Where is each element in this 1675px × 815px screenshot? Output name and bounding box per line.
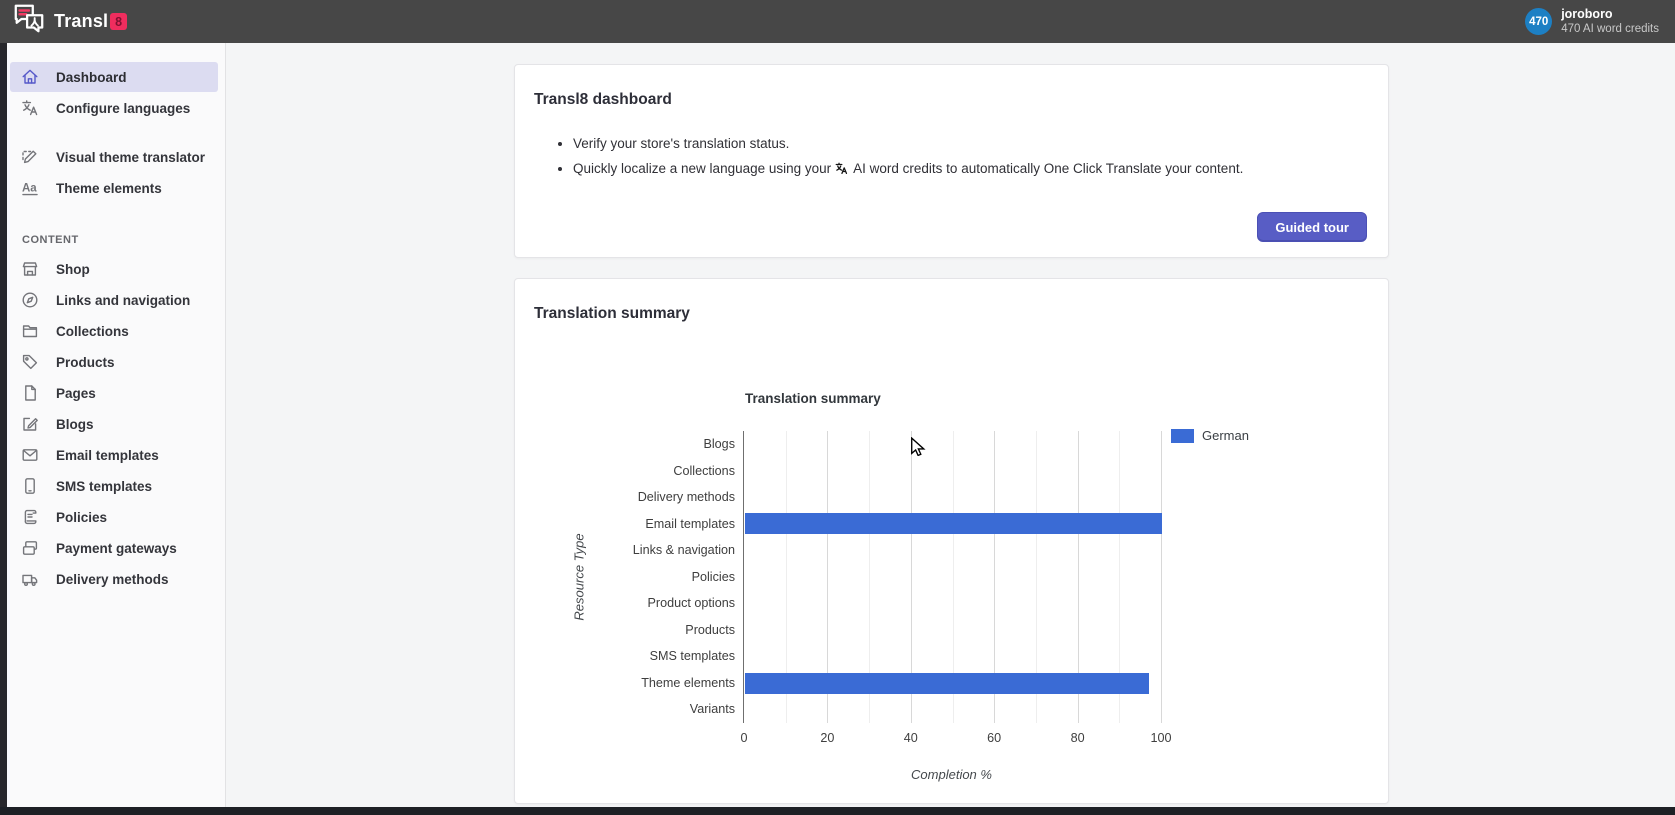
chart-y-axis-label: Resource Type (572, 533, 587, 620)
x-tick-20: 20 (820, 731, 834, 745)
category-label-blogs: Blogs (703, 431, 735, 458)
sidebar-item-payment-gateways[interactable]: Payment gateways (10, 533, 218, 563)
category-label-sms-templates: SMS templates (650, 643, 735, 670)
chart-x-axis-label: Completion % (743, 767, 1160, 782)
sidebar: Dashboard Configure languages Visual the… (7, 43, 226, 807)
dashboard-bullet-list: Verify your store's translation status. … (573, 131, 1388, 181)
payment-icon (20, 538, 40, 558)
chart-plot-area: BlogsCollectionsDelivery methodsEmail te… (743, 431, 1160, 723)
legend-swatch-german (1171, 429, 1194, 443)
category-label-collections: Collections (673, 458, 735, 485)
sidebar-item-sms-templates[interactable]: SMS templates (10, 471, 218, 501)
window-left-edge (0, 43, 7, 807)
compass-icon (20, 290, 40, 310)
sidebar-divider-gap (7, 124, 225, 142)
policy-icon (20, 507, 40, 527)
sidebar-item-configure-languages[interactable]: Configure languages (10, 93, 218, 123)
sidebar-item-pages[interactable]: Pages (10, 378, 218, 408)
sidebar-item-collections[interactable]: Collections (10, 316, 218, 346)
translate-icon (20, 98, 40, 118)
category-label-variants: Variants (690, 696, 735, 723)
bullet-localize: Quickly localize a new language using yo… (573, 156, 1388, 181)
user-account-menu[interactable]: 470 joroboro 470 AI word credits (1525, 7, 1659, 37)
x-tick-40: 40 (904, 731, 918, 745)
x-tick-0: 0 (740, 731, 747, 745)
translation-summary-card: Translation summary Translation summary … (514, 278, 1389, 804)
truck-icon (20, 569, 40, 589)
window-bottom-edge (0, 807, 1675, 815)
sidebar-content-group: Shop Links and navigation Collections Pr… (7, 254, 225, 595)
dashboard-card: Transl8 dashboard Verify your store's tr… (514, 64, 1389, 258)
brand-logo[interactable]: Transl8 (12, 2, 127, 41)
sidebar-content-header: CONTENT (7, 234, 225, 254)
sidebar-item-delivery-methods[interactable]: Delivery methods (10, 564, 218, 594)
chart-title: Translation summary (745, 391, 881, 406)
user-name: joroboro (1561, 7, 1659, 23)
category-label-product-options: Product options (647, 590, 735, 617)
bar-theme-elements (745, 673, 1149, 694)
sidebar-item-shop[interactable]: Shop (10, 254, 218, 284)
tag-icon (20, 352, 40, 372)
collections-icon (20, 321, 40, 341)
sidebar-item-links-and-navigation[interactable]: Links and navigation (10, 285, 218, 315)
top-bar: Transl8 470 joroboro 470 AI word credits (0, 0, 1675, 43)
category-label-products: Products (685, 617, 735, 644)
category-label-links-navigation: Links & navigation (633, 537, 735, 564)
category-label-delivery-methods: Delivery methods (638, 484, 735, 511)
category-label-theme-elements: Theme elements (641, 670, 735, 697)
gridline-100 (1161, 431, 1162, 723)
x-tick-60: 60 (987, 731, 1001, 745)
pencil-icon (20, 414, 40, 434)
sidebar-main-group: Dashboard Configure languages (7, 62, 225, 124)
sidebar-item-email-templates[interactable]: Email templates (10, 440, 218, 470)
credits-badge: 470 (1525, 8, 1552, 35)
category-label-email-templates: Email templates (645, 511, 735, 538)
brand-name: Transl8 (54, 11, 127, 32)
page-icon (20, 383, 40, 403)
category-label-policies: Policies (692, 564, 735, 591)
brand-8-badge: 8 (110, 13, 127, 30)
svg-text:Aa: Aa (22, 182, 37, 194)
sidebar-item-products[interactable]: Products (10, 347, 218, 377)
guided-tour-button[interactable]: Guided tour (1257, 212, 1367, 242)
x-tick-100: 100 (1150, 731, 1171, 745)
sidebar-item-policies[interactable]: Policies (10, 502, 218, 532)
dashboard-card-title: Transl8 dashboard (515, 65, 1388, 109)
typography-icon: Aa (20, 178, 40, 198)
home-icon (20, 67, 40, 87)
sidebar-theme-group: Visual theme translator Aa Theme element… (7, 142, 225, 204)
storefront-icon (20, 259, 40, 279)
user-credits-label: 470 AI word credits (1561, 22, 1659, 36)
legend-label: German (1202, 428, 1249, 443)
sidebar-item-visual-theme-translator[interactable]: Visual theme translator (10, 142, 218, 172)
chart-legend: German (1171, 428, 1249, 443)
sms-icon (20, 476, 40, 496)
sidebar-item-theme-elements[interactable]: Aa Theme elements (10, 173, 218, 203)
bullet-translation-status: Verify your store's translation status. (573, 131, 1388, 156)
theme-pen-icon (20, 147, 40, 167)
translate-icon (834, 159, 849, 174)
brand-chat-bubbles-icon (12, 2, 46, 41)
x-tick-80: 80 (1071, 731, 1085, 745)
sidebar-item-blogs[interactable]: Blogs (10, 409, 218, 439)
bar-email-templates (745, 513, 1162, 534)
summary-card-title: Translation summary (515, 279, 1388, 323)
sidebar-item-dashboard[interactable]: Dashboard (10, 62, 218, 92)
envelope-icon (20, 445, 40, 465)
